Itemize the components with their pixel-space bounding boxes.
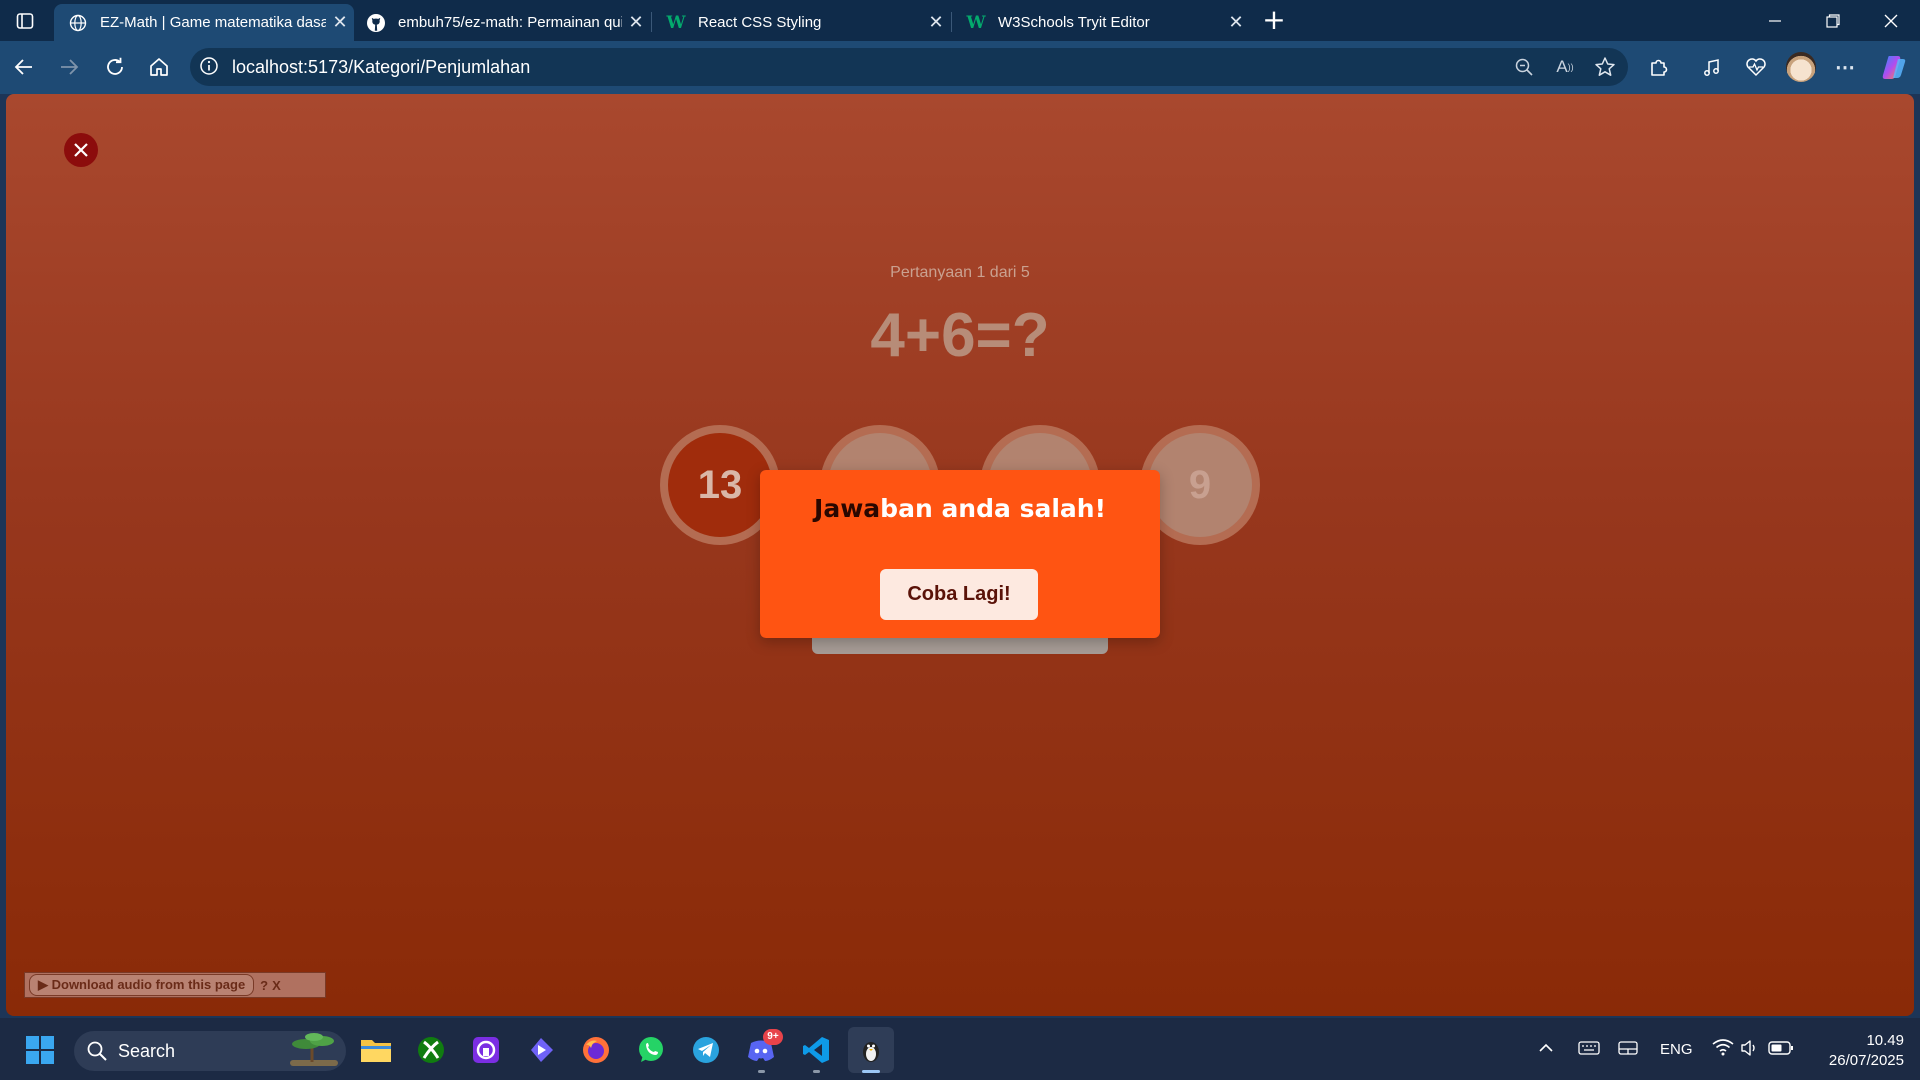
w3schools-icon: W xyxy=(966,12,986,33)
forward-button[interactable] xyxy=(52,50,86,84)
dialog-title-part: ban anda salah! xyxy=(880,494,1106,523)
more-options-icon[interactable]: ⋯ xyxy=(1830,52,1860,82)
new-tab-button[interactable]: + xyxy=(1258,2,1290,38)
close-window-button[interactable] xyxy=(1862,0,1920,41)
copilot-icon[interactable] xyxy=(1880,53,1908,81)
show-hidden-icons[interactable] xyxy=(1538,1040,1554,1060)
keyboard-icon[interactable] xyxy=(1578,1040,1600,1060)
minimize-button[interactable] xyxy=(1746,0,1804,41)
clock-date: 26/07/2025 xyxy=(1828,1052,1904,1069)
question-counter: Pertanyaan 1 dari 5 xyxy=(890,264,1030,281)
xbox-icon[interactable] xyxy=(408,1027,454,1073)
tab-title: React CSS Styling xyxy=(698,14,822,31)
globe-icon xyxy=(68,13,88,33)
search-label: Search xyxy=(118,1041,176,1061)
restore-button[interactable] xyxy=(1804,0,1862,41)
system-clock[interactable]: 10.49 26/07/2025 xyxy=(1808,1031,1904,1071)
answer-choice-label: 9 xyxy=(1148,433,1252,537)
audio-download-bar: ▶ Download audio from this page ? X xyxy=(24,972,326,998)
app-icon[interactable] xyxy=(463,1027,509,1073)
github-icon xyxy=(366,13,386,33)
firefox-icon[interactable] xyxy=(573,1027,619,1073)
discord-notification-badge: 9+ xyxy=(763,1029,783,1045)
telegram-icon[interactable] xyxy=(683,1027,729,1073)
file-explorer-icon[interactable] xyxy=(353,1027,399,1073)
download-audio-button[interactable]: ▶ Download audio from this page xyxy=(29,974,255,996)
tab-title: W3Schools Tryit Editor xyxy=(998,14,1150,31)
answer-choice-label: 13 xyxy=(668,433,772,537)
read-aloud-icon[interactable]: A)) xyxy=(1550,52,1580,82)
volume-icon[interactable] xyxy=(1740,1039,1760,1061)
question-text: 4+6=? xyxy=(870,301,1050,370)
url-text[interactable]: localhost:5173/Kategori/Penjumlahan xyxy=(232,57,530,78)
help-icon[interactable]: ? xyxy=(260,978,268,993)
media-player-icon[interactable] xyxy=(518,1027,564,1073)
browser-essentials-icon[interactable] xyxy=(1697,52,1727,82)
running-indicator xyxy=(813,1070,820,1073)
w3schools-icon: W xyxy=(666,12,686,33)
tab-actions-icon[interactable] xyxy=(12,8,38,34)
search-icon xyxy=(86,1040,108,1067)
language-indicator[interactable]: ENG xyxy=(1660,1041,1693,1058)
tab-github[interactable]: embuh75/ez-math: Permainan quiz ✕ xyxy=(352,4,650,41)
tab-title: EZ-Math | Game matematika dasar xyxy=(100,14,326,31)
linux-app-icon[interactable] xyxy=(848,1027,894,1073)
home-button[interactable] xyxy=(142,50,176,84)
whatsapp-icon[interactable] xyxy=(628,1027,674,1073)
close-tab-icon[interactable]: ✕ xyxy=(922,12,950,33)
wrong-answer-dialog: Jawaban anda salah! Coba Lagi! xyxy=(760,470,1160,638)
dialog-title: Jawaban anda salah! xyxy=(760,494,1160,523)
windows-start-icon[interactable] xyxy=(17,1027,63,1073)
close-tab-icon[interactable]: ✕ xyxy=(622,12,650,33)
running-indicator xyxy=(758,1070,765,1073)
site-info-icon[interactable] xyxy=(199,56,221,78)
close-game-button[interactable] xyxy=(64,133,98,167)
back-button[interactable] xyxy=(7,50,41,84)
performance-heart-icon[interactable] xyxy=(1741,52,1771,82)
tab-ez-math[interactable]: EZ-Math | Game matematika dasar ✕ xyxy=(54,4,354,41)
wifi-icon[interactable] xyxy=(1712,1038,1734,1060)
profile-avatar[interactable] xyxy=(1786,52,1816,82)
tab-w3schools-tryit[interactable]: W W3Schools Tryit Editor ✕ xyxy=(952,4,1250,41)
active-indicator xyxy=(862,1070,880,1073)
close-tab-icon[interactable]: ✕ xyxy=(1222,12,1250,33)
zoom-out-icon[interactable] xyxy=(1509,52,1539,82)
tab-title: embuh75/ez-math: Permainan quiz xyxy=(398,14,622,31)
close-tab-icon[interactable]: ✕ xyxy=(326,12,354,33)
clock-time: 10.49 xyxy=(1866,1032,1904,1049)
extensions-icon[interactable] xyxy=(1644,52,1674,82)
close-bar-icon[interactable]: X xyxy=(272,978,281,993)
vscode-icon[interactable] xyxy=(793,1027,839,1073)
try-again-button[interactable]: Coba Lagi! xyxy=(880,569,1038,620)
tab-react-css[interactable]: W React CSS Styling ✕ xyxy=(652,4,950,41)
tablet-mode-icon[interactable] xyxy=(1618,1040,1638,1060)
refresh-button[interactable] xyxy=(98,50,132,84)
favorite-star-icon[interactable] xyxy=(1590,52,1620,82)
dialog-title-part: Jawa xyxy=(814,494,881,523)
search-highlight-icon xyxy=(286,1032,342,1070)
battery-icon[interactable] xyxy=(1768,1040,1794,1060)
